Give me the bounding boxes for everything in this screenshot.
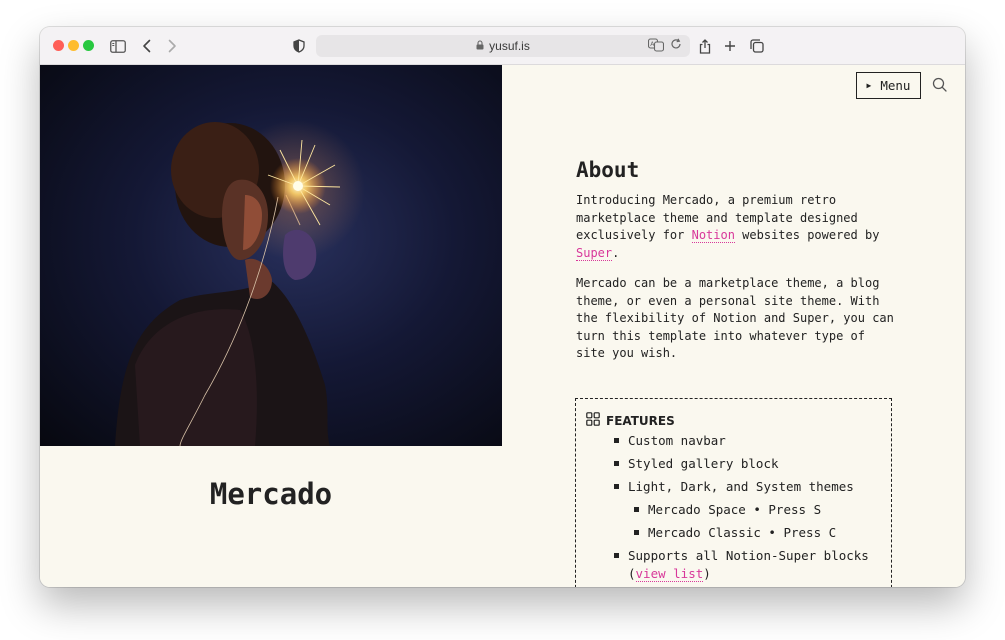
address-bar[interactable]: yusuf.is A xyxy=(316,35,690,57)
reload-icon[interactable] xyxy=(670,38,682,55)
privacy-shield-icon[interactable] xyxy=(289,36,309,56)
menu-label: Menu xyxy=(880,78,911,93)
minimize-window-button[interactable] xyxy=(68,40,79,51)
browser-toolbar: yusuf.is A xyxy=(40,27,965,65)
about-paragraph-2: Mercado can be a marketplace theme, a bl… xyxy=(576,276,894,360)
features-heading: FEATURES xyxy=(606,413,675,428)
feature-subitem: Mercado Space • Press S xyxy=(634,501,884,519)
back-icon[interactable] xyxy=(137,36,157,56)
features-header: FEATURES xyxy=(586,412,675,429)
about-p1-text-end: . xyxy=(612,245,620,260)
feature-item: Custom navbar xyxy=(614,432,884,450)
feature-item: Light, Dark, and System themes xyxy=(614,478,884,496)
feature-item-blocks: Supports all Notion-Super blocks (view li… xyxy=(614,547,884,582)
new-tab-icon[interactable] xyxy=(720,36,740,56)
about-paragraph-1: Introducing Mercado, a premium retro mar… xyxy=(576,192,896,262)
super-link[interactable]: Super xyxy=(576,245,613,261)
close-window-button[interactable] xyxy=(53,40,64,51)
feature-item: Styled gallery block xyxy=(614,455,884,473)
features-callout: FEATURES Custom navbar Styled gallery bl… xyxy=(575,398,892,587)
lock-icon xyxy=(476,39,484,53)
search-icon[interactable] xyxy=(932,77,950,95)
sidebar-icon[interactable] xyxy=(108,36,128,56)
page-content: Mercado ▶ Menu About Introducing Mercado… xyxy=(40,65,965,587)
forward-icon[interactable] xyxy=(162,36,182,56)
tab-overview-icon[interactable] xyxy=(747,36,767,56)
grid-icon xyxy=(586,412,600,429)
translate-icon[interactable]: A xyxy=(647,38,665,55)
view-list-link[interactable]: view list xyxy=(635,565,704,582)
about-p1-text-mid: websites powered by xyxy=(734,228,880,242)
feature-item-text: Supports all Notion-Super blocks xyxy=(628,548,869,563)
feature-subitem: Mercado Classic • Press C xyxy=(634,524,884,542)
share-icon[interactable] xyxy=(695,36,715,56)
about-section: About Introducing Mercado, a premium ret… xyxy=(576,158,896,376)
paren-close: ) xyxy=(703,565,711,581)
url-text: yusuf.is xyxy=(489,39,530,53)
browser-window: yusuf.is A Mercado ▶ Menu About Introduc… xyxy=(40,27,965,587)
paren-open: ( xyxy=(628,565,636,581)
about-heading: About xyxy=(576,158,640,182)
play-triangle-icon: ▶ xyxy=(866,81,872,90)
notion-link[interactable]: Notion xyxy=(691,228,735,243)
features-list: Custom navbar Styled gallery block Light… xyxy=(614,432,884,587)
menu-button[interactable]: ▶ Menu xyxy=(856,72,921,99)
hero-image xyxy=(40,65,502,446)
zoom-window-button[interactable] xyxy=(83,40,94,51)
site-title: Mercado xyxy=(209,477,333,511)
